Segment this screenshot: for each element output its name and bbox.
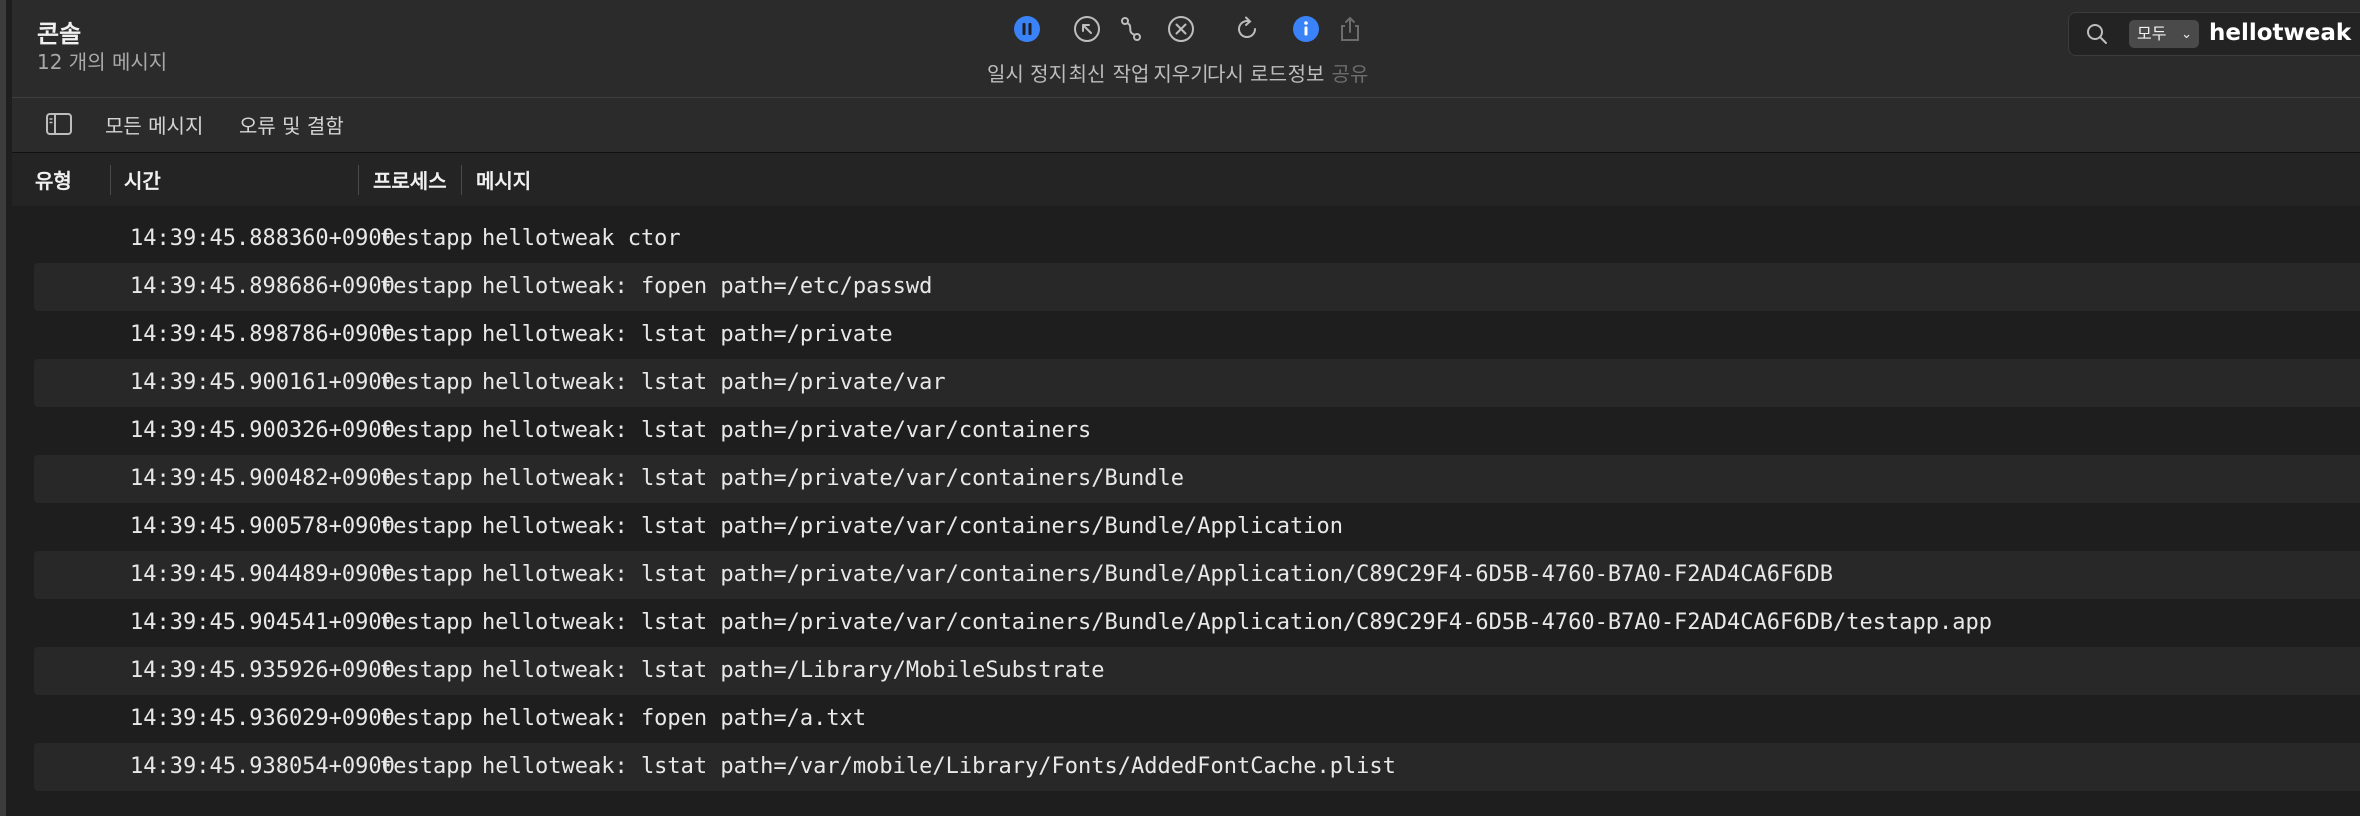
log-process: testapp — [380, 658, 473, 683]
log-row[interactable]: 14:39:45.900161+0900 testapp hellotweak:… — [34, 359, 2360, 407]
search-scope-dropdown[interactable]: 모두 ⌄ — [2129, 20, 2199, 48]
log-row[interactable]: 14:39:45.904489+0900 testapp hellotweak:… — [34, 551, 2360, 599]
log-message: hellotweak: lstat path=/private/var/cont… — [482, 514, 1343, 539]
sidebar-toggle-icon[interactable] — [46, 113, 72, 135]
column-process[interactable]: 프로세스 — [373, 165, 447, 194]
log-message: hellotweak: lstat path=/private/var/cont… — [482, 418, 1092, 443]
message-count: 12 개의 메시지 — [37, 50, 168, 74]
log-message: hellotweak: lstat path=/private/var/cont… — [482, 466, 1184, 491]
log-message: hellotweak: fopen path=/a.txt — [482, 706, 867, 731]
log-message: hellotweak ctor — [482, 226, 681, 251]
log-time: 14:39:45.904541+0900 — [130, 610, 395, 635]
log-process: testapp — [380, 514, 473, 539]
log-row[interactable]: 14:39:45.900482+0900 testapp hellotweak:… — [34, 455, 2360, 503]
column-message[interactable]: 메시지 — [476, 165, 531, 194]
column-time[interactable]: 시간 — [124, 165, 161, 194]
log-time: 14:39:45.904489+0900 — [130, 562, 395, 587]
log-time: 14:39:45.936029+0900 — [130, 706, 395, 731]
log-time: 14:39:45.888360+0900 — [130, 226, 395, 251]
column-type[interactable]: 유형 — [35, 165, 72, 194]
search-icon — [2087, 24, 2107, 44]
filter-errors-faults[interactable]: 오류 및 결함 — [239, 110, 344, 139]
search-field[interactable]: 모두 ⌄ hellotweak — [2068, 12, 2360, 56]
log-row[interactable]: 14:39:45.898786+0900 testapp hellotweak:… — [34, 311, 2360, 359]
log-row[interactable]: 14:39:45.936029+0900 testapp hellotweak:… — [34, 695, 2360, 743]
log-message: hellotweak: fopen path=/etc/passwd — [482, 274, 933, 299]
log-time: 14:39:45.900326+0900 — [130, 418, 395, 443]
log-time: 14:39:45.898686+0900 — [130, 274, 395, 299]
log-time: 14:39:45.898786+0900 — [130, 322, 395, 347]
console-window: 콘솔 12 개의 메시지 일시 정지 최신 작업 지우기 다시 로드 정보 공유… — [0, 0, 2360, 816]
log-time: 14:39:45.900161+0900 — [130, 370, 395, 395]
window-title: 콘솔 — [37, 20, 82, 48]
log-row[interactable]: 14:39:45.900578+0900 testapp hellotweak:… — [34, 503, 2360, 551]
log-process: testapp — [380, 466, 473, 491]
log-message: hellotweak: lstat path=/private/var — [482, 370, 946, 395]
log-row[interactable]: 14:39:45.900326+0900 testapp hellotweak:… — [34, 407, 2360, 455]
log-row[interactable]: 14:39:45.938054+0900 testapp hellotweak:… — [34, 743, 2360, 791]
column-divider[interactable] — [110, 165, 111, 195]
search-token[interactable]: hellotweak — [2209, 20, 2351, 46]
log-process: testapp — [380, 370, 473, 395]
log-message: hellotweak: lstat path=/private — [482, 322, 893, 347]
log-row[interactable]: 14:39:45.898686+0900 testapp hellotweak:… — [34, 263, 2360, 311]
log-time: 14:39:45.900578+0900 — [130, 514, 395, 539]
share-icon — [1341, 16, 1359, 41]
column-divider[interactable] — [358, 165, 359, 195]
column-divider[interactable] — [461, 165, 462, 195]
log-process: testapp — [380, 754, 473, 779]
chevron-down-icon: ⌄ — [2181, 27, 2192, 42]
log-time: 14:39:45.935926+0900 — [130, 658, 395, 683]
log-process: testapp — [380, 418, 473, 443]
log-list: 14:39:45.888360+0900 testapp hellotweak … — [12, 206, 2360, 816]
log-row[interactable]: 14:39:45.935926+0900 testapp hellotweak:… — [34, 647, 2360, 695]
log-process: testapp — [380, 562, 473, 587]
search-scope-label: 모두 — [2137, 24, 2167, 43]
toolbar: 콘솔 12 개의 메시지 일시 정지 최신 작업 지우기 다시 로드 정보 공유… — [12, 0, 2360, 98]
log-row[interactable]: 14:39:45.904541+0900 testapp hellotweak:… — [34, 599, 2360, 647]
log-message: hellotweak: lstat path=/private/var/cont… — [482, 610, 1992, 635]
filter-bar: 모든 메시지 오류 및 결함 — [12, 98, 2360, 153]
log-process: testapp — [380, 706, 473, 731]
log-process: testapp — [380, 322, 473, 347]
log-process: testapp — [380, 274, 473, 299]
log-message: hellotweak: lstat path=/private/var/cont… — [482, 562, 1834, 587]
filter-all-messages[interactable]: 모든 메시지 — [105, 110, 203, 139]
share-button[interactable]: 공유 — [1295, 14, 1405, 87]
log-process: testapp — [380, 610, 473, 635]
log-process: testapp — [380, 226, 473, 251]
share-label: 공유 — [1331, 62, 1369, 86]
log-time: 14:39:45.938054+0900 — [130, 754, 395, 779]
log-row[interactable]: 14:39:45.888360+0900 testapp hellotweak … — [34, 215, 2360, 263]
log-time: 14:39:45.900482+0900 — [130, 466, 395, 491]
log-message: hellotweak: lstat path=/Library/MobileSu… — [482, 658, 1105, 683]
log-message: hellotweak: lstat path=/var/mobile/Libra… — [482, 754, 1396, 779]
column-header: 유형 시간 프로세스 메시지 — [12, 153, 2360, 207]
